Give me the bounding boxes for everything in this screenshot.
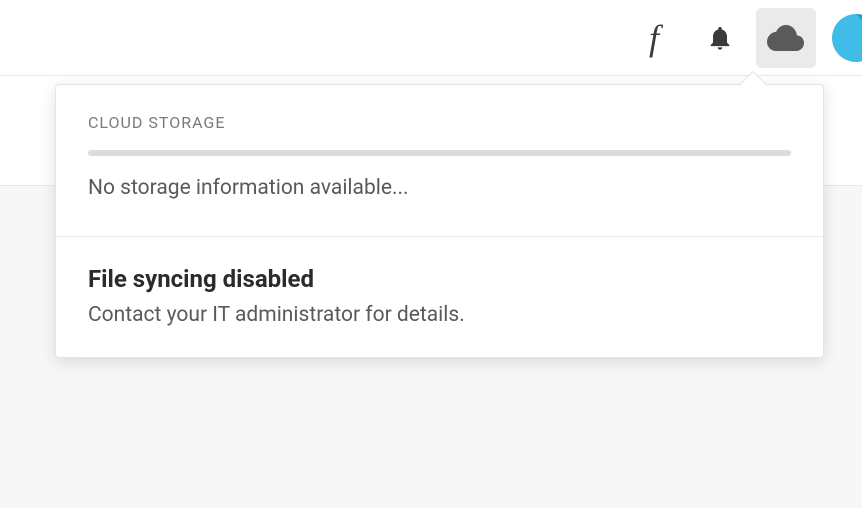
top-toolbar: f <box>0 0 862 76</box>
storage-heading: CLOUD STORAGE <box>88 113 791 132</box>
fonts-icon: f <box>649 17 659 59</box>
storage-status-text: No storage information available... <box>88 176 791 200</box>
sync-status-subtitle: Contact your IT administrator for detail… <box>88 303 791 327</box>
fonts-button[interactable]: f <box>624 8 684 68</box>
user-avatar[interactable] <box>832 14 862 62</box>
sync-status-title: File syncing disabled <box>88 265 791 293</box>
storage-section: CLOUD STORAGE No storage information ava… <box>56 85 823 237</box>
bell-icon <box>706 23 734 53</box>
cloud-icon <box>767 25 805 51</box>
notifications-button[interactable] <box>690 8 750 68</box>
storage-progress-bar <box>88 150 791 156</box>
cloud-storage-popover: CLOUD STORAGE No storage information ava… <box>55 84 824 358</box>
sync-section: File syncing disabled Contact your IT ad… <box>56 237 823 357</box>
cloud-storage-button[interactable] <box>756 8 816 68</box>
